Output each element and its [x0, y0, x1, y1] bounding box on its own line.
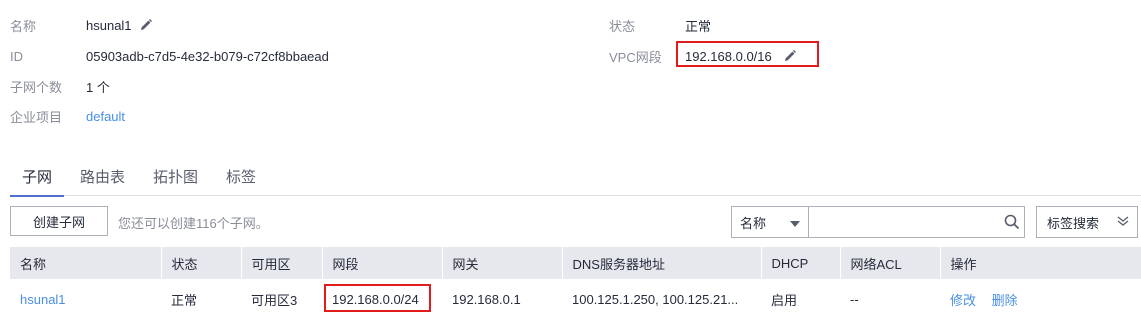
column-header-gateway[interactable]: 网关	[442, 247, 563, 279]
tab-subnets[interactable]: 子网	[10, 160, 65, 197]
status-row: 状态 正常	[609, 14, 711, 36]
search-input[interactable]	[808, 207, 1001, 237]
project-link[interactable]: default	[86, 109, 125, 124]
name-row: 名称 hsunal1	[10, 14, 154, 36]
status-label: 状态	[609, 18, 636, 34]
id-value: 05903adb-c7d5-4e32-b079-c72cf8bbaead	[86, 48, 329, 64]
cidr-label: VPC网段	[609, 49, 662, 65]
subnet-dns: 100.125.1.250, 100.125.21...	[572, 291, 739, 307]
modify-link[interactable]: 修改	[950, 293, 976, 308]
column-header-name[interactable]: 名称	[10, 247, 162, 279]
subnet-count-value: 1 个	[86, 79, 110, 95]
column-header-az[interactable]: 可用区	[241, 247, 323, 279]
project-row: 企业项目 default	[10, 105, 125, 127]
id-label: ID	[10, 48, 23, 64]
subnet-toolbar: 创建子网 您还可以创建116个子网。 名称 标签搜索	[10, 206, 1141, 238]
project-label: 企业项目	[10, 109, 63, 125]
name-value: hsunal1	[86, 17, 132, 33]
status-value: 正常	[685, 18, 712, 34]
subnet-dhcp: 启用	[771, 292, 798, 308]
caret-down-icon	[789, 215, 800, 230]
tab-bar: 子网 路由表 拓扑图 标签	[10, 160, 1141, 197]
create-subnet-button[interactable]: 创建子网	[10, 206, 108, 236]
subnet-count-label: 子网个数	[10, 79, 63, 95]
cidr-highlight-box	[676, 41, 819, 67]
filter-select-value: 名称	[740, 215, 767, 231]
subnet-actions: 修改 删除	[940, 279, 1141, 318]
subnet-cidr-highlight-box	[324, 284, 431, 312]
delete-link[interactable]: 删除	[992, 293, 1018, 308]
subnet-acl: --	[850, 291, 859, 307]
tag-search-label: 标签搜索	[1047, 215, 1100, 231]
subnet-count-row: 子网个数 1 个	[10, 75, 110, 97]
tab-topology[interactable]: 拓扑图	[141, 160, 210, 196]
filter-select[interactable]: 名称	[732, 207, 809, 237]
subnet-name-link[interactable]: hsunal1	[20, 292, 66, 307]
column-header-dns[interactable]: DNS服务器地址	[562, 247, 762, 279]
column-header-dhcp[interactable]: DHCP	[761, 247, 841, 279]
search-icon[interactable]	[1001, 207, 1024, 237]
subnet-table: 名称 状态 可用区 网段 网关 DNS服务器地址 DHCP 网络ACL 操作 h…	[10, 247, 1141, 318]
column-header-acl[interactable]: 网络ACL	[840, 247, 941, 279]
tag-search-button[interactable]: 标签搜索	[1036, 206, 1138, 238]
id-row: ID 05903adb-c7d5-4e32-b079-c72cf8bbaead	[10, 45, 329, 67]
subnet-az: 可用区3	[251, 292, 298, 308]
tab-tags[interactable]: 标签	[214, 160, 268, 196]
subnet-gateway: 192.168.0.1	[452, 291, 521, 307]
search-group: 名称	[731, 206, 1025, 238]
column-header-status[interactable]: 状态	[161, 247, 242, 279]
double-chevron-down-icon	[1117, 215, 1129, 230]
column-header-cidr[interactable]: 网段	[322, 247, 443, 279]
table-row: hsunal1 正常 可用区3 192.168.0.0/24 192.168.0…	[10, 279, 1141, 318]
name-label: 名称	[10, 18, 37, 34]
column-header-actions: 操作	[940, 247, 1141, 279]
table-header-row: 名称 状态 可用区 网段 网关 DNS服务器地址 DHCP 网络ACL 操作	[10, 247, 1141, 279]
pencil-icon[interactable]	[138, 17, 154, 33]
quota-hint: 您还可以创建116个子网。	[118, 216, 269, 231]
tab-route-tables[interactable]: 路由表	[68, 160, 137, 196]
subnet-status: 正常	[171, 292, 198, 308]
